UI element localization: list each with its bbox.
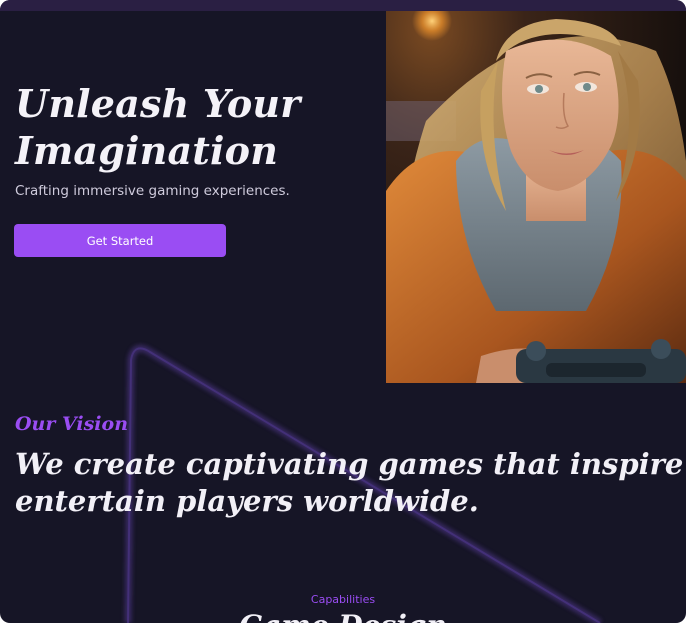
top-strip xyxy=(0,0,686,11)
get-started-button[interactable]: Get Started xyxy=(14,224,226,257)
hero-subtitle: Crafting immersive gaming experiences. xyxy=(15,183,290,199)
vision-statement: We create captivating games that inspire… xyxy=(15,446,686,520)
vision-eyebrow: Our Vision xyxy=(15,413,129,435)
vision-statement-line-2: entertain players worldwide. xyxy=(15,484,479,518)
vision-statement-line-1: We create captivating games that inspire… xyxy=(15,447,686,481)
capabilities-eyebrow: Capabilities xyxy=(310,593,376,606)
hero-title: Unleash Your Imagination xyxy=(15,81,301,173)
hero-image xyxy=(386,11,686,383)
capabilities-title: Game Design xyxy=(0,609,686,623)
page-frame: Unleash Your Imagination Crafting immers… xyxy=(0,0,686,623)
